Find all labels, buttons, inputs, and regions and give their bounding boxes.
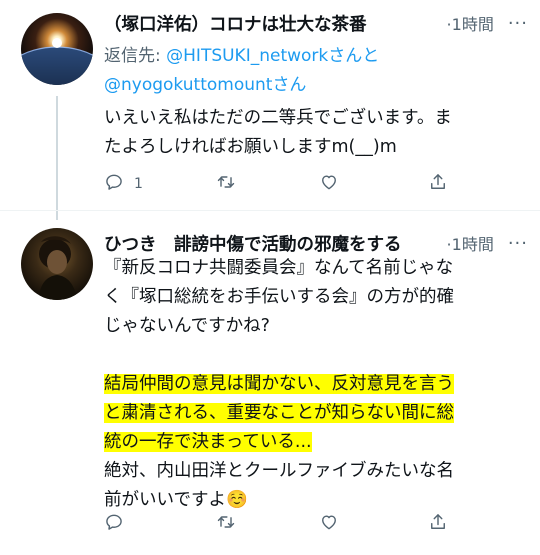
tweet[interactable]: ひつき 誹謗中傷で活動の邪魔をする ·1時間 ··· 『新反コロナ共闘委員会』な… [0, 210, 540, 555]
text-line: 絶対、内山田洋とクールファイブみたいな名 [104, 461, 454, 481]
retweet-button[interactable] [216, 512, 236, 536]
action-bar [104, 512, 464, 536]
reply-suffix: さん [272, 75, 307, 95]
reply-button[interactable]: 1 [104, 172, 143, 196]
timestamp[interactable]: ·1時間 [447, 11, 494, 35]
like-button[interactable] [319, 172, 339, 196]
timestamp[interactable]: ·1時間 [447, 231, 494, 255]
reply-icon [104, 172, 124, 196]
text-line: いえいえ私はただの二等兵でございます。ま [104, 108, 452, 128]
tweet-text: 『新反コロナ共闘委員会』なんて名前じゃな く『塚口総統をお手伝いする会』の方が的… [104, 254, 508, 515]
like-button[interactable] [319, 512, 339, 536]
retweet-icon [216, 172, 236, 196]
retweet-button[interactable] [216, 172, 236, 196]
reply-count: 1 [134, 176, 143, 192]
text-line: 『新反コロナ共闘委員会』なんて名前じゃな [104, 258, 454, 278]
display-name[interactable]: ひつき 誹謗中傷で活動の邪魔をする [104, 231, 441, 256]
highlighted-line: 結局仲間の意見は聞かない、反対意見を言う [104, 374, 454, 394]
like-icon [319, 512, 339, 536]
reply-icon [104, 512, 124, 536]
text-line: たよろしければお願いしますm(__)m [104, 137, 397, 157]
share-icon [428, 172, 448, 196]
time-text: 1時間 [451, 235, 494, 254]
text-line: く『塚口総統をお手伝いする会』の方が的確 [104, 287, 454, 307]
mention-link[interactable]: @nyogokuttomount [104, 75, 272, 95]
time-text: 1時間 [451, 15, 494, 34]
share-icon [428, 512, 448, 536]
like-icon [319, 172, 339, 196]
highlighted-line: 統の一存で決まっている... [104, 432, 312, 452]
reply-prefix: 返信先: [104, 46, 167, 66]
mention-link[interactable]: @HITSUKI_network [166, 46, 328, 66]
tweet-text: いえいえ私はただの二等兵でございます。ま たよろしければお願いしますm(__)m [104, 104, 508, 162]
reply-context: 返信先: @HITSUKI_networkさんと @nyogokuttomoun… [104, 42, 524, 100]
avatar[interactable] [21, 13, 93, 85]
action-bar: 1 [104, 172, 464, 196]
avatar[interactable] [21, 228, 93, 300]
text-line: じゃないんですかね? [104, 316, 270, 336]
tweet[interactable]: （塚口洋佑）コロナは壮大な茶番 ·1時間 ··· 返信先: @HITSUKI_n… [0, 0, 540, 220]
more-icon[interactable]: ··· [508, 233, 528, 254]
share-button[interactable] [428, 172, 448, 196]
reply-joiner: さんと [328, 46, 380, 66]
highlighted-line: と粛清される、重要なことが知らない間に総 [104, 403, 454, 423]
reply-button[interactable] [104, 512, 134, 536]
retweet-icon [216, 512, 236, 536]
thread-line [56, 96, 58, 220]
more-icon[interactable]: ··· [508, 13, 528, 34]
display-name[interactable]: （塚口洋佑）コロナは壮大な茶番 [104, 11, 441, 36]
text-line: 前がいいですよ☺️ [104, 490, 248, 510]
share-button[interactable] [428, 512, 448, 536]
